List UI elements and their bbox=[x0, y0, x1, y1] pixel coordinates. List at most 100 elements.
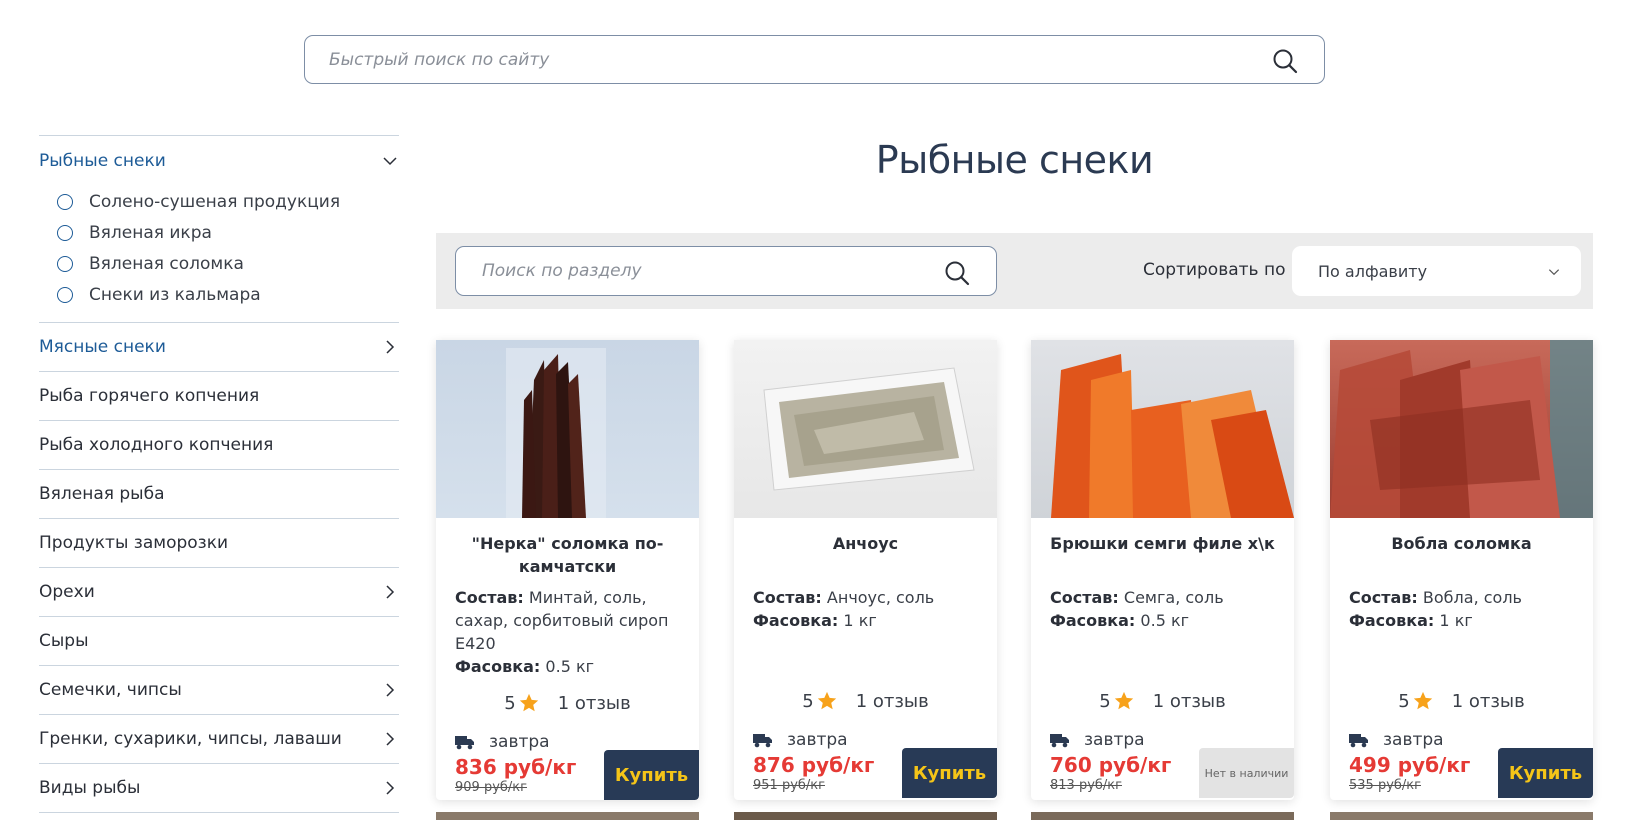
next-row-card-edge bbox=[436, 812, 699, 820]
product-old-price: 909 руб/кг bbox=[455, 780, 527, 795]
sidebar-item-label[interactable]: Семечки, чипсы bbox=[39, 680, 182, 700]
product-title[interactable]: "Нерка" соломка по-камчатски bbox=[452, 532, 683, 578]
product-title[interactable]: Вобла соломка bbox=[1346, 532, 1577, 555]
subcategory-item[interactable]: Вяленая икра bbox=[57, 217, 399, 248]
product-image[interactable] bbox=[734, 340, 997, 518]
packaging-line: Фасовка: 1 кг bbox=[1349, 611, 1473, 630]
page-title: Рыбные снеки bbox=[875, 138, 1154, 182]
product-rating: 5 1 отзыв bbox=[504, 692, 631, 714]
radio-button[interactable] bbox=[57, 224, 73, 241]
subcategory-item[interactable]: Снеки из кальмара bbox=[57, 279, 399, 310]
chevron-right-icon[interactable] bbox=[381, 730, 399, 748]
product-rating: 5 1 отзыв bbox=[1398, 690, 1525, 712]
sidebar-item-frozen[interactable]: Продукты заморозки bbox=[39, 518, 399, 567]
composition-line: Состав: Вобла, соль bbox=[1349, 588, 1522, 607]
reviews-count[interactable]: 1 отзыв bbox=[1452, 691, 1525, 712]
search-icon[interactable] bbox=[942, 258, 972, 288]
product-old-price: 535 руб/кг bbox=[1349, 778, 1421, 793]
product-title[interactable]: Анчоус bbox=[750, 532, 981, 555]
sort-dropdown[interactable]: По алфавиту bbox=[1292, 246, 1581, 296]
delivery-info: завтра bbox=[753, 730, 848, 750]
section-search[interactable] bbox=[455, 246, 997, 296]
subcategory-item[interactable]: Вяленая соломка bbox=[57, 248, 399, 279]
sidebar-item-label[interactable]: Орехи bbox=[39, 582, 95, 602]
product-price: 499 руб/кг bbox=[1349, 753, 1471, 777]
sidebar-item-label[interactable]: Гренки, сухарики, чипсы, лаваши bbox=[39, 729, 342, 749]
out-of-stock-label: Нет в наличии bbox=[1199, 748, 1294, 798]
sidebar-item-label[interactable]: Виды рыбы bbox=[39, 778, 140, 798]
sidebar-item-meat-snacks[interactable]: Мясные снеки bbox=[39, 322, 399, 371]
sidebar-item-label[interactable]: Продукты заморозки bbox=[39, 533, 228, 553]
radio-button[interactable] bbox=[57, 255, 73, 272]
star-icon bbox=[817, 691, 836, 710]
sidebar-item-fish-snacks[interactable]: Рыбные снеки Солено-сушеная продукция Вя… bbox=[39, 135, 399, 322]
product-price: 760 руб/кг bbox=[1050, 753, 1172, 777]
product-image[interactable] bbox=[436, 340, 699, 518]
product-card[interactable]: Вобла соломка Состав: Вобла, соль Фасовк… bbox=[1330, 340, 1593, 800]
sidebar-item-seeds-chips[interactable]: Семечки, чипсы bbox=[39, 665, 399, 714]
product-card[interactable]: "Нерка" соломка по-камчатски Состав: Мин… bbox=[436, 340, 699, 800]
packaging-line: Фасовка: 1 кг bbox=[753, 611, 877, 630]
product-image[interactable] bbox=[1330, 340, 1593, 518]
delivery-info: завтра bbox=[1349, 730, 1444, 750]
star-icon bbox=[1413, 691, 1432, 710]
sort-label: Сортировать по bbox=[1143, 260, 1286, 280]
reviews-count[interactable]: 1 отзыв bbox=[1153, 691, 1226, 712]
chevron-right-icon[interactable] bbox=[381, 583, 399, 601]
product-image[interactable] bbox=[1031, 340, 1294, 518]
sidebar-item-cheese[interactable]: Сыры bbox=[39, 616, 399, 665]
sidebar-item-label[interactable]: Вяленая рыба bbox=[39, 484, 165, 504]
packaging-line: Фасовка: 0.5 кг bbox=[1050, 611, 1190, 630]
sidebar-item-label[interactable]: Мясные снеки bbox=[39, 337, 166, 357]
sidebar-item-label[interactable]: Рыба горячего копчения bbox=[39, 386, 259, 406]
product-card[interactable]: Анчоус Состав: Анчоус, соль Фасовка: 1 к… bbox=[734, 340, 997, 800]
subcategory-list: Солено-сушеная продукция Вяленая икра Вя… bbox=[39, 186, 399, 322]
product-rating: 5 1 отзыв bbox=[802, 690, 929, 712]
product-card[interactable]: Брюшки семги филе х\к Состав: Семга, сол… bbox=[1031, 340, 1294, 800]
product-details: Состав: Семга, соль Фасовка: 0.5 кг bbox=[1050, 586, 1286, 632]
radio-button[interactable] bbox=[57, 193, 73, 210]
composition-line: Состав: Минтай, соль, сахар, сорбитовый … bbox=[455, 588, 669, 653]
buy-button[interactable]: Купить bbox=[1498, 748, 1593, 798]
buy-button[interactable]: Купить bbox=[604, 750, 699, 800]
sidebar-item-dried-fish[interactable]: Вяленая рыба bbox=[39, 469, 399, 518]
product-title[interactable]: Брюшки семги филе х\к bbox=[1047, 532, 1278, 555]
sidebar-item-croutons[interactable]: Гренки, сухарики, чипсы, лаваши bbox=[39, 714, 399, 763]
truck-icon bbox=[753, 734, 772, 748]
chevron-right-icon[interactable] bbox=[381, 681, 399, 699]
product-details: Состав: Вобла, соль Фасовка: 1 кг bbox=[1349, 586, 1585, 632]
sort-selected-value: По алфавиту bbox=[1318, 261, 1428, 281]
category-sidebar: Рыбные снеки Солено-сушеная продукция Вя… bbox=[39, 135, 399, 813]
delivery-info: завтра bbox=[1050, 730, 1145, 750]
search-icon[interactable] bbox=[1270, 46, 1300, 76]
chevron-right-icon[interactable] bbox=[381, 779, 399, 797]
chevron-right-icon[interactable] bbox=[381, 338, 399, 356]
next-row-card-edge bbox=[1031, 812, 1294, 820]
truck-icon bbox=[455, 736, 474, 750]
filter-bar: Сортировать по По алфавиту bbox=[436, 233, 1593, 309]
product-old-price: 813 руб/кг bbox=[1050, 778, 1122, 793]
section-search-input[interactable] bbox=[456, 247, 996, 295]
buy-button[interactable]: Купить bbox=[902, 748, 997, 798]
product-price: 876 руб/кг bbox=[753, 753, 875, 777]
composition-line: Состав: Семга, соль bbox=[1050, 588, 1224, 607]
subcategory-item[interactable]: Солено-сушеная продукция bbox=[57, 186, 399, 217]
chevron-down-icon[interactable] bbox=[381, 152, 399, 170]
product-details: Состав: Минтай, соль, сахар, сорбитовый … bbox=[455, 586, 691, 678]
sidebar-item-fish-types[interactable]: Виды рыбы bbox=[39, 763, 399, 813]
sidebar-item-label[interactable]: Рыбные снеки bbox=[39, 151, 166, 171]
sidebar-item-nuts[interactable]: Орехи bbox=[39, 567, 399, 616]
sidebar-item-label[interactable]: Рыба холодного копчения bbox=[39, 435, 273, 455]
sidebar-item-hot-smoked[interactable]: Рыба горячего копчения bbox=[39, 371, 399, 420]
site-search-input[interactable] bbox=[305, 36, 1324, 83]
sidebar-item-cold-smoked[interactable]: Рыба холодного копчения bbox=[39, 420, 399, 469]
next-row-card-edge bbox=[734, 812, 997, 820]
site-search[interactable] bbox=[304, 35, 1325, 84]
sidebar-item-label[interactable]: Сыры bbox=[39, 631, 89, 651]
reviews-count[interactable]: 1 отзыв bbox=[558, 693, 631, 714]
product-price: 836 руб/кг bbox=[455, 755, 577, 779]
radio-button[interactable] bbox=[57, 286, 73, 303]
reviews-count[interactable]: 1 отзыв bbox=[856, 691, 929, 712]
composition-line: Состав: Анчоус, соль bbox=[753, 588, 935, 607]
chevron-down-icon bbox=[1547, 264, 1561, 278]
